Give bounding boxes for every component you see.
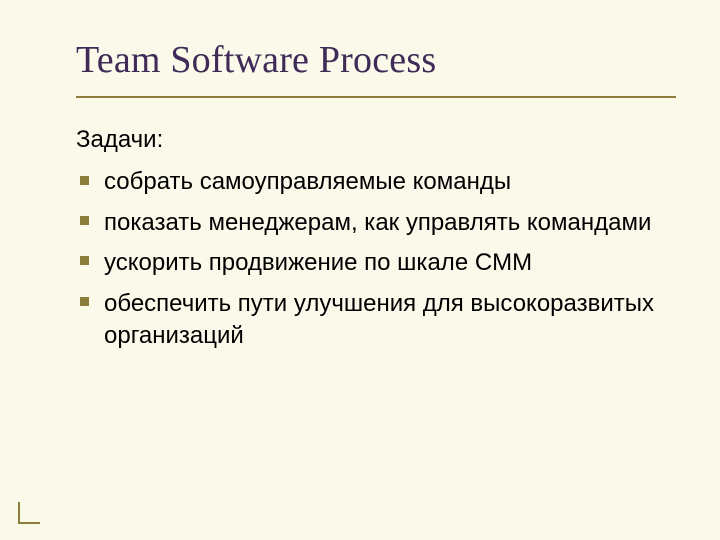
list-item: ускорить продвижение по шкале CMM <box>76 243 660 283</box>
list-item: обеспечить пути улучшения для высокоразв… <box>76 284 660 357</box>
list-item-label: обеспечить пути улучшения для высокоразв… <box>104 290 654 349</box>
list-item-label: ускорить продвижение по шкале CMM <box>104 249 532 276</box>
list-item-label: показать менеджерам, как управлять коман… <box>104 209 651 236</box>
list-item: собрать самоуправляемые команды <box>76 162 660 202</box>
list-item-label: собрать самоуправляемые команды <box>104 168 511 195</box>
slide-title: Team Software Process <box>76 38 660 82</box>
list-item: показать менеджерам, как управлять коман… <box>76 203 660 243</box>
bullet-list: собрать самоуправляемые команды показать… <box>76 162 660 356</box>
slide: Team Software Process Задачи: собрать са… <box>0 0 720 540</box>
title-underline <box>76 96 676 98</box>
lead-text: Задачи: <box>76 124 660 156</box>
slide-body: Задачи: собрать самоуправляемые команды … <box>76 124 660 356</box>
corner-ornament-icon <box>18 502 40 524</box>
